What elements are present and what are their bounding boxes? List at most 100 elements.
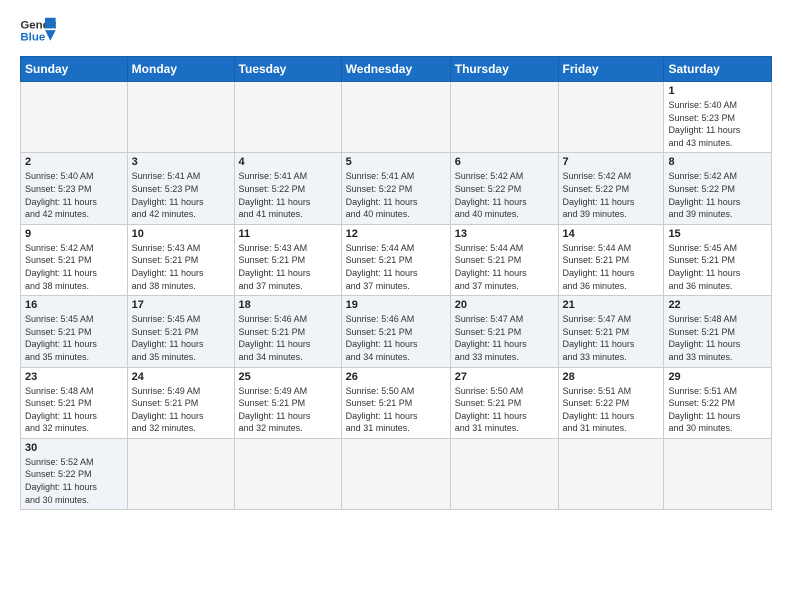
calendar-cell: 8Sunrise: 5:42 AM Sunset: 5:22 PM Daylig… (664, 153, 772, 224)
day-info: Sunrise: 5:47 AM Sunset: 5:21 PM Dayligh… (455, 313, 554, 363)
calendar-cell: 1 Sunrise: 5:40 AM Sunset: 5:23 PM Daylig… (664, 82, 772, 153)
day-info: Sunrise: 5:40 AM Sunset: 5:23 PM Dayligh… (668, 99, 767, 149)
day-info: Sunrise: 5:44 AM Sunset: 5:21 PM Dayligh… (563, 242, 660, 292)
day-number: 3 (132, 156, 230, 168)
day-info: Sunrise: 5:48 AM Sunset: 5:21 PM Dayligh… (668, 313, 767, 363)
calendar-cell: 2Sunrise: 5:40 AM Sunset: 5:23 PM Daylig… (21, 153, 128, 224)
calendar-cell: 7Sunrise: 5:42 AM Sunset: 5:22 PM Daylig… (558, 153, 664, 224)
calendar-week-row: 16 Sunrise: 5:45 AM Sunset: 5:21 PM Dayli… (21, 296, 772, 367)
day-number: 11 (239, 228, 337, 240)
day-info: Sunrise: 5:46 AM Sunset: 5:21 PM Dayligh… (239, 313, 337, 363)
logo: General Blue (20, 16, 56, 46)
calendar-week-row: 2Sunrise: 5:40 AM Sunset: 5:23 PM Daylig… (21, 153, 772, 224)
day-info: Sunrise: 5:52 AM Sunset: 5:22 PM Dayligh… (25, 456, 123, 506)
day-info: Sunrise: 5:44 AM Sunset: 5:21 PM Dayligh… (346, 242, 446, 292)
day-number: 24 (132, 371, 230, 383)
calendar-cell: 16Sunrise: 5:45 AM Sunset: 5:21 PM Dayli… (21, 296, 128, 367)
calendar-cell: 26Sunrise: 5:50 AM Sunset: 5:21 PM Dayli… (341, 367, 450, 438)
calendar-cell: 20 Sunrise: 5:47 AM Sunset: 5:21 PM Dayli… (450, 296, 558, 367)
calendar-cell: 28Sunrise: 5:51 AM Sunset: 5:22 PM Dayli… (558, 367, 664, 438)
calendar-cell (234, 438, 341, 509)
day-info: Sunrise: 5:41 AM Sunset: 5:22 PM Dayligh… (346, 170, 446, 220)
day-number: 9 (25, 228, 123, 240)
day-number: 1 (668, 85, 767, 97)
calendar-cell: 10 Sunrise: 5:43 AM Sunset: 5:21 PM Dayli… (127, 224, 234, 295)
day-info: Sunrise: 5:43 AM Sunset: 5:21 PM Dayligh… (132, 242, 230, 292)
col-header-friday: Friday (558, 57, 664, 82)
calendar-cell: 5 Sunrise: 5:41 AM Sunset: 5:22 PM Daylig… (341, 153, 450, 224)
day-info: Sunrise: 5:45 AM Sunset: 5:21 PM Dayligh… (132, 313, 230, 363)
day-info: Sunrise: 5:49 AM Sunset: 5:21 PM Dayligh… (132, 385, 230, 435)
calendar-cell (234, 82, 341, 153)
calendar-cell: 24 Sunrise: 5:49 AM Sunset: 5:21 PM Dayli… (127, 367, 234, 438)
calendar-week-row: 9 Sunrise: 5:42 AM Sunset: 5:21 PM Daylig… (21, 224, 772, 295)
day-number: 13 (455, 228, 554, 240)
day-info: Sunrise: 5:47 AM Sunset: 5:21 PM Dayligh… (563, 313, 660, 363)
day-number: 7 (563, 156, 660, 168)
calendar-cell (558, 82, 664, 153)
calendar-cell (127, 438, 234, 509)
col-header-wednesday: Wednesday (341, 57, 450, 82)
day-number: 29 (668, 371, 767, 383)
day-number: 14 (563, 228, 660, 240)
day-number: 10 (132, 228, 230, 240)
calendar-cell: 14 Sunrise: 5:44 AM Sunset: 5:21 PM Dayli… (558, 224, 664, 295)
calendar-cell (664, 438, 772, 509)
calendar-cell (21, 82, 128, 153)
day-info: Sunrise: 5:44 AM Sunset: 5:21 PM Dayligh… (455, 242, 554, 292)
day-info: Sunrise: 5:45 AM Sunset: 5:21 PM Dayligh… (668, 242, 767, 292)
calendar-cell: 18 Sunrise: 5:46 AM Sunset: 5:21 PM Dayli… (234, 296, 341, 367)
day-info: Sunrise: 5:42 AM Sunset: 5:22 PM Dayligh… (455, 170, 554, 220)
calendar-week-row: 1 Sunrise: 5:40 AM Sunset: 5:23 PM Daylig… (21, 82, 772, 153)
header: General Blue (20, 16, 772, 46)
calendar-cell (450, 82, 558, 153)
calendar-cell: 27Sunrise: 5:50 AM Sunset: 5:21 PM Dayli… (450, 367, 558, 438)
col-header-tuesday: Tuesday (234, 57, 341, 82)
calendar-cell (341, 82, 450, 153)
col-header-thursday: Thursday (450, 57, 558, 82)
calendar-table: SundayMondayTuesdayWednesdayThursdayFrid… (20, 56, 772, 510)
day-info: Sunrise: 5:51 AM Sunset: 5:22 PM Dayligh… (668, 385, 767, 435)
col-header-sunday: Sunday (21, 57, 128, 82)
day-number: 23 (25, 371, 123, 383)
day-info: Sunrise: 5:41 AM Sunset: 5:22 PM Dayligh… (239, 170, 337, 220)
col-header-saturday: Saturday (664, 57, 772, 82)
day-number: 30 (25, 442, 123, 454)
calendar-cell: 29 Sunrise: 5:51 AM Sunset: 5:22 PM Dayli… (664, 367, 772, 438)
day-number: 16 (25, 299, 123, 311)
calendar-cell: 17 Sunrise: 5:45 AM Sunset: 5:21 PM Dayli… (127, 296, 234, 367)
day-number: 18 (239, 299, 337, 311)
day-number: 17 (132, 299, 230, 311)
calendar-cell: 25 Sunrise: 5:49 AM Sunset: 5:21 PM Dayli… (234, 367, 341, 438)
day-number: 22 (668, 299, 767, 311)
calendar-cell (558, 438, 664, 509)
day-info: Sunrise: 5:42 AM Sunset: 5:21 PM Dayligh… (25, 242, 123, 292)
day-number: 6 (455, 156, 554, 168)
day-number: 5 (346, 156, 446, 168)
day-number: 4 (239, 156, 337, 168)
calendar-cell: 21 Sunrise: 5:47 AM Sunset: 5:21 PM Dayli… (558, 296, 664, 367)
col-header-monday: Monday (127, 57, 234, 82)
calendar-cell: 15Sunrise: 5:45 AM Sunset: 5:21 PM Dayli… (664, 224, 772, 295)
day-number: 20 (455, 299, 554, 311)
day-number: 28 (563, 371, 660, 383)
calendar-cell (341, 438, 450, 509)
calendar-cell: 23 Sunrise: 5:48 AM Sunset: 5:21 PM Dayli… (21, 367, 128, 438)
day-info: Sunrise: 5:50 AM Sunset: 5:21 PM Dayligh… (346, 385, 446, 435)
day-number: 25 (239, 371, 337, 383)
day-info: Sunrise: 5:49 AM Sunset: 5:21 PM Dayligh… (239, 385, 337, 435)
svg-text:Blue: Blue (20, 32, 45, 44)
logo-icon: General Blue (20, 16, 56, 46)
day-number: 19 (346, 299, 446, 311)
day-number: 27 (455, 371, 554, 383)
calendar-cell: 3Sunrise: 5:41 AM Sunset: 5:23 PM Daylig… (127, 153, 234, 224)
calendar-cell: 22 Sunrise: 5:48 AM Sunset: 5:21 PM Dayli… (664, 296, 772, 367)
calendar-cell: 19Sunrise: 5:46 AM Sunset: 5:21 PM Dayli… (341, 296, 450, 367)
day-info: Sunrise: 5:48 AM Sunset: 5:21 PM Dayligh… (25, 385, 123, 435)
page: General Blue SundayMondayTuesdayWednesda… (0, 0, 792, 612)
calendar-cell: 11Sunrise: 5:43 AM Sunset: 5:21 PM Dayli… (234, 224, 341, 295)
calendar-cell: 30 Sunrise: 5:52 AM Sunset: 5:22 PM Dayli… (21, 438, 128, 509)
calendar-header-row: SundayMondayTuesdayWednesdayThursdayFrid… (21, 57, 772, 82)
day-number: 21 (563, 299, 660, 311)
calendar-week-row: 23 Sunrise: 5:48 AM Sunset: 5:21 PM Dayli… (21, 367, 772, 438)
